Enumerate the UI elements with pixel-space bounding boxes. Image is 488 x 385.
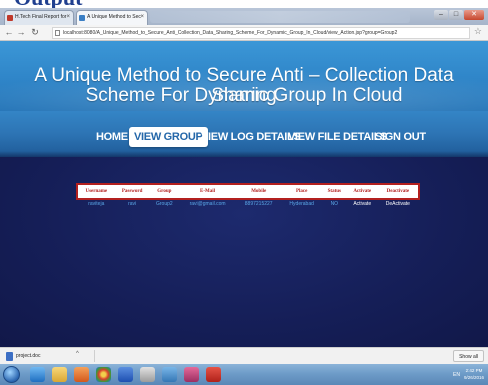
tab-label: A Unique Method to Sec — [87, 14, 141, 20]
clock: 2:42 PM 9/26/2016 — [462, 367, 486, 381]
start-button[interactable] — [3, 366, 20, 383]
download-item[interactable]: project.doc — [6, 351, 40, 362]
table-header-row: Username Password Group E-Mail Mobile Pl… — [76, 183, 420, 200]
tab-label: H.Tech Final Report for — [15, 14, 67, 20]
close-window-button[interactable]: ✕ — [464, 10, 484, 20]
url-input[interactable]: localhost:8080/A_Unique_Method_to_Secure… — [52, 27, 470, 39]
table-row: raviteja ravi Group2 ravi@gmail.com 8897… — [78, 198, 418, 210]
word-icon[interactable] — [118, 367, 133, 382]
browser-tab-bar: H.Tech Final Report for × A Unique Metho… — [0, 8, 488, 25]
cell-place: Hyderabad — [289, 201, 314, 207]
cell-username: raviteja — [88, 201, 105, 207]
nav-view-file-details[interactable]: VIEW FILE DETAILS — [288, 127, 388, 147]
blurred-tab-area — [150, 11, 410, 23]
maximize-button[interactable]: □ — [449, 10, 463, 20]
bookmark-star-icon[interactable]: ☆ — [474, 26, 482, 37]
cell-group: Group2 — [156, 201, 173, 207]
web-page: A Unique Method to Secure Anti – Collect… — [0, 41, 488, 347]
back-arrow-icon[interactable]: ← — [4, 27, 14, 38]
site-nav: HOME VIEW GROUP VIEW LOG DETAILS VIEW FI… — [0, 111, 488, 157]
header-password: Password — [114, 185, 150, 198]
download-bar: project.doc ^ Show all — [0, 347, 488, 364]
divider — [94, 350, 95, 362]
close-icon[interactable]: × — [66, 11, 70, 24]
site-banner: A Unique Method to Secure Anti – Collect… — [0, 41, 488, 111]
header-mobile: Mobile — [236, 185, 282, 198]
cell-password: ravi — [128, 201, 137, 207]
header-group: Group — [149, 185, 180, 198]
content-area: Username Password Group E-Mail Mobile Pl… — [0, 157, 488, 347]
cell-mobile: 8897215227 — [244, 201, 273, 207]
taskbar: EN 2:42 PM 9/26/2016 — [0, 364, 488, 385]
app-icon[interactable] — [162, 367, 177, 382]
folder-icon[interactable] — [52, 367, 67, 382]
cell-status: NO — [330, 201, 339, 207]
tab-favicon-icon — [7, 15, 13, 21]
clock-date: 9/26/2016 — [463, 375, 485, 380]
chrome-icon[interactable] — [96, 367, 111, 382]
nav-view-group[interactable]: VIEW GROUP — [129, 127, 208, 147]
show-all-button[interactable]: Show all — [453, 350, 484, 362]
minimize-button[interactable]: – — [434, 10, 448, 20]
tab-unique-method[interactable]: A Unique Method to Sec × — [76, 10, 148, 25]
tab-favicon-icon — [79, 15, 85, 21]
forward-arrow-icon[interactable]: → — [16, 27, 26, 38]
page-icon — [55, 30, 60, 36]
header-status: Status — [321, 185, 347, 198]
tab-report[interactable]: H.Tech Final Report for × — [4, 10, 74, 25]
chevron-up-icon[interactable]: ^ — [76, 351, 79, 357]
nav-view-log-details[interactable]: VIEW LOG DETAILS — [201, 127, 301, 147]
header-username: Username — [78, 185, 115, 198]
cell-email: ravi@gmail.com — [189, 201, 226, 207]
pdf-icon[interactable] — [206, 367, 221, 382]
group-users-table: Username Password Group E-Mail Mobile Pl… — [76, 183, 420, 210]
header-activate: Activate — [346, 185, 378, 198]
nav-sign-out[interactable]: SIGN OUT — [375, 127, 426, 147]
download-filename: project.doc — [16, 353, 41, 359]
nav-home[interactable]: HOME — [96, 127, 128, 147]
url-text: localhost:8080/A_Unique_Method_to_Secure… — [63, 30, 398, 36]
address-bar: ← → ↻ localhost:8080/A_Unique_Method_to_… — [0, 25, 488, 41]
clock-time: 2:42 PM — [465, 368, 483, 373]
ie-icon[interactable] — [30, 367, 45, 382]
header-email: E-Mail — [179, 185, 237, 198]
window-controls: – □ ✕ — [434, 10, 484, 22]
header-deactivate: Deactivate — [377, 185, 418, 198]
activate-link[interactable]: Activate — [347, 198, 378, 210]
app-icon[interactable] — [140, 367, 155, 382]
document-icon — [6, 352, 13, 361]
header-place: Place — [281, 185, 322, 198]
reload-icon[interactable]: ↻ — [30, 27, 40, 38]
close-icon[interactable]: × — [140, 11, 144, 24]
system-tray: EN — [453, 372, 460, 378]
media-player-icon[interactable] — [74, 367, 89, 382]
deactivate-link[interactable]: DeActivate — [378, 198, 418, 210]
site-title-line-2: Scheme For Dynamic Group In Cloud — [85, 85, 403, 106]
app-icon[interactable] — [184, 367, 199, 382]
